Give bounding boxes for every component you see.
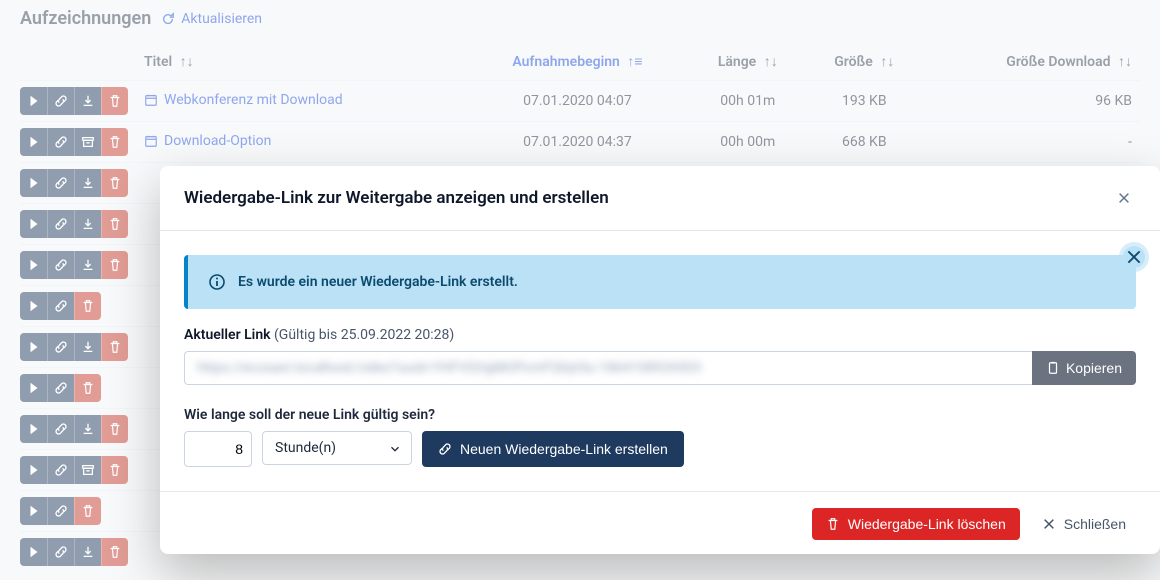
playback-link-modal: Wiedergabe-Link zur Weitergabe anzeigen … [160,166,1160,554]
close-icon [1042,517,1056,531]
copy-button[interactable]: Kopieren [1032,351,1136,385]
info-icon [208,273,226,291]
alert-text: Es wurde ein neuer Wiedergabe-Link erste… [238,274,518,290]
modal-close-button[interactable] [1112,186,1136,210]
link-icon [438,442,452,456]
modal-footer: Wiedergabe-Link löschen Schließen [160,491,1160,554]
close-button[interactable]: Schließen [1032,508,1136,540]
duration-unit-select[interactable]: Stunde(n) [262,431,412,465]
success-alert: Es wurde ein neuer Wiedergabe-Link erste… [184,255,1136,309]
modal-title: Wiedergabe-Link zur Weitergabe anzeigen … [184,188,609,208]
trash-icon [826,517,840,531]
clipboard-icon [1046,361,1060,375]
duration-label: Wie lange soll der neue Link gültig sein… [184,407,1136,423]
link-input[interactable]: https://ecosani.localhost/video?uuid=YHF… [184,351,1032,385]
close-icon [1117,191,1131,205]
create-link-button[interactable]: Neuen Wiedergabe-Link erstellen [422,431,684,467]
current-link-label: Aktueller Link (Gültig bis 25.09.2022 20… [184,327,1136,343]
delete-link-button[interactable]: Wiedergabe-Link löschen [812,508,1020,540]
duration-value-input[interactable] [184,431,252,467]
alert-close-button[interactable] [1123,246,1145,268]
close-icon [1125,248,1143,266]
modal-header: Wiedergabe-Link zur Weitergabe anzeigen … [160,166,1160,230]
